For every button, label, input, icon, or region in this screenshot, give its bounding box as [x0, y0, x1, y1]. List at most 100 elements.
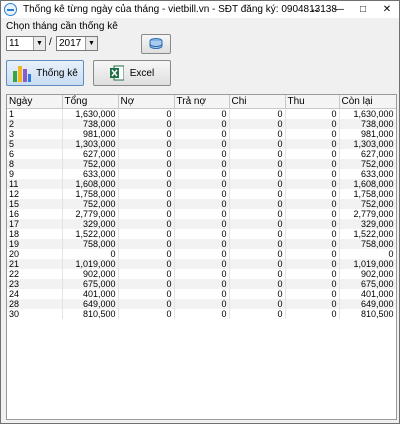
- table-cell: 21: [7, 259, 63, 269]
- table-cell: 981,000: [339, 129, 396, 139]
- table-cell: 1,630,000: [62, 108, 119, 119]
- month-dropdown[interactable]: 11 ▼: [6, 36, 46, 51]
- table-row[interactable]: 22 902,000 0 0 0 0 902,000: [7, 269, 396, 279]
- table-cell: 0: [229, 169, 286, 179]
- excel-button[interactable]: Excel: [93, 60, 171, 86]
- table-cell: 738,000: [339, 119, 396, 129]
- column-header-debt[interactable]: Nợ: [118, 95, 175, 109]
- table-cell: 902,000: [62, 269, 119, 279]
- table-cell: 0: [229, 129, 286, 139]
- table-row[interactable]: 1 1,630,000 0 0 0 0 1,630,000: [7, 108, 396, 119]
- table-cell: 0: [285, 229, 340, 239]
- table-cell: 0: [118, 209, 175, 219]
- table-row[interactable]: 30 810,500 0 0 0 0 810,500: [7, 309, 396, 319]
- table-cell: 0: [118, 299, 175, 309]
- table-cell: 0: [174, 229, 230, 239]
- minimize-icon[interactable]: —: [327, 1, 351, 18]
- table-cell: 0: [118, 219, 175, 229]
- table-cell: 752,000: [339, 199, 396, 209]
- column-header-remaining[interactable]: Còn lại: [339, 95, 396, 109]
- table-row[interactable]: 21 1,019,000 0 0 0 0 1,019,000: [7, 259, 396, 269]
- table-row[interactable]: 3 981,000 0 0 0 0 981,000: [7, 129, 396, 139]
- table-cell: 0: [285, 259, 340, 269]
- table-cell: 0: [174, 219, 230, 229]
- table-cell: 0: [118, 269, 175, 279]
- month-select-label: Chọn tháng cần thống kê: [6, 21, 118, 32]
- table-cell: 0: [174, 108, 230, 119]
- table-cell: 0: [174, 119, 230, 129]
- table-row[interactable]: 15 752,000 0 0 0 0 752,000: [7, 199, 396, 209]
- table-row[interactable]: 19 758,000 0 0 0 0 758,000: [7, 239, 396, 249]
- table-cell: 0: [62, 249, 119, 259]
- table-cell: 8: [7, 159, 63, 169]
- table-row[interactable]: 5 1,303,000 0 0 0 0 1,303,000: [7, 139, 396, 149]
- statistics-button[interactable]: Thống kê: [6, 60, 84, 86]
- table-cell: 633,000: [62, 169, 119, 179]
- table-cell: 0: [174, 239, 230, 249]
- table-cell: 1,303,000: [339, 139, 396, 149]
- table-cell: 675,000: [339, 279, 396, 289]
- column-header-income[interactable]: Thu: [285, 95, 340, 109]
- table-row[interactable]: 17 329,000 0 0 0 0 329,000: [7, 219, 396, 229]
- table-row[interactable]: 18 1,522,000 0 0 0 0 1,522,000: [7, 229, 396, 239]
- table-cell: 0: [285, 239, 340, 249]
- table-cell: 0: [118, 309, 175, 319]
- excel-icon: [109, 65, 124, 81]
- table-cell: 0: [229, 279, 286, 289]
- column-header-debt-paid[interactable]: Trả nợ: [174, 95, 230, 109]
- table-cell: 675,000: [62, 279, 119, 289]
- table-row[interactable]: 2 738,000 0 0 0 0 738,000: [7, 119, 396, 129]
- table-cell: 3: [7, 129, 63, 139]
- table-cell: 329,000: [62, 219, 119, 229]
- window-controls: ↔ — □ ✕: [303, 1, 399, 18]
- table-cell: 0: [118, 179, 175, 189]
- table-cell: 0: [118, 199, 175, 209]
- table-cell: 0: [174, 189, 230, 199]
- table-cell: 1,303,000: [62, 139, 119, 149]
- table-cell: 0: [285, 299, 340, 309]
- close-icon[interactable]: ✕: [375, 1, 399, 18]
- month-value: 11: [9, 38, 20, 49]
- table-row[interactable]: 28 649,000 0 0 0 0 649,000: [7, 299, 396, 309]
- table-row[interactable]: 20 0 0 0 0 0 0: [7, 249, 396, 259]
- table-cell: 0: [174, 169, 230, 179]
- table-row[interactable]: 9 633,000 0 0 0 0 633,000: [7, 169, 396, 179]
- resize-icon[interactable]: ↔: [303, 1, 327, 18]
- table-cell: 0: [174, 279, 230, 289]
- column-header-day[interactable]: Ngày: [7, 95, 63, 109]
- table-cell: 627,000: [339, 149, 396, 159]
- title-bar: Thống kê từng ngày của tháng - vietbill.…: [1, 1, 399, 18]
- table-cell: 0: [285, 169, 340, 179]
- table-cell: 0: [285, 199, 340, 209]
- table-row[interactable]: 16 2,779,000 0 0 0 0 2,779,000: [7, 209, 396, 219]
- table-row[interactable]: 12 1,758,000 0 0 0 0 1,758,000: [7, 189, 396, 199]
- year-dropdown[interactable]: 2017 ▼: [56, 36, 98, 51]
- table-cell: 738,000: [62, 119, 119, 129]
- table-cell: 0: [118, 249, 175, 259]
- table-cell: 0: [285, 129, 340, 139]
- column-header-expense[interactable]: Chi: [229, 95, 286, 109]
- table-cell: 0: [118, 139, 175, 149]
- table-cell: 0: [229, 219, 286, 229]
- database-refresh-icon: [149, 38, 163, 49]
- table-row[interactable]: 24 401,000 0 0 0 0 401,000: [7, 289, 396, 299]
- table-row[interactable]: 11 1,608,000 0 0 0 0 1,608,000: [7, 179, 396, 189]
- table-cell: 810,500: [339, 309, 396, 319]
- refresh-button[interactable]: [141, 34, 171, 54]
- table-row[interactable]: 6 627,000 0 0 0 0 627,000: [7, 149, 396, 159]
- table-cell: 0: [174, 299, 230, 309]
- table-cell: 902,000: [339, 269, 396, 279]
- table-cell: 0: [118, 119, 175, 129]
- table-cell: 0: [229, 249, 286, 259]
- table-cell: 1,608,000: [62, 179, 119, 189]
- year-value: 2017: [59, 38, 82, 49]
- maximize-icon[interactable]: □: [351, 1, 375, 18]
- table-row[interactable]: 8 752,000 0 0 0 0 752,000: [7, 159, 396, 169]
- chevron-down-icon: ▼: [33, 37, 45, 50]
- table-row[interactable]: 23 675,000 0 0 0 0 675,000: [7, 279, 396, 289]
- table-cell: 0: [229, 239, 286, 249]
- table-cell: 758,000: [339, 239, 396, 249]
- column-header-total[interactable]: Tổng: [62, 95, 119, 109]
- table-cell: 0: [229, 179, 286, 189]
- table-cell: 28: [7, 299, 63, 309]
